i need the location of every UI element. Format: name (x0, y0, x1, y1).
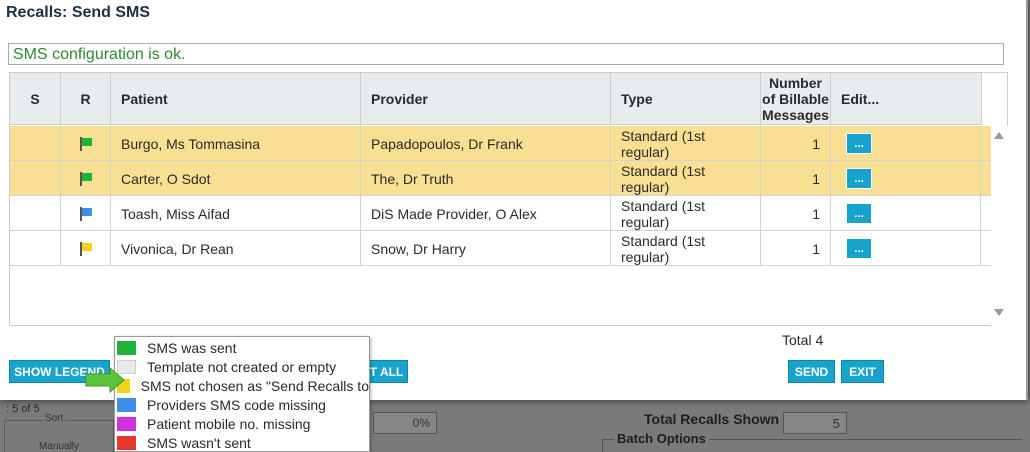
type-line-2: regular) (621, 249, 670, 265)
column-header-patient[interactable]: Patient (111, 73, 361, 125)
cell-type: Standard (1st regular) (611, 161, 761, 196)
edit-button[interactable]: ... (846, 133, 872, 154)
callout-arrow-icon (85, 366, 125, 394)
cell-patient: Carter, O Sdot (111, 161, 361, 196)
edit-button[interactable]: ... (846, 168, 872, 189)
cell-billable: 1 (761, 161, 831, 196)
type-line-2: regular) (621, 144, 670, 160)
total-count: Total 4 (782, 332, 824, 348)
send-button[interactable]: SEND (788, 360, 835, 383)
total-recalls-label: Total Recalls Shown (644, 411, 780, 427)
edit-button[interactable]: ... (846, 203, 872, 224)
cell-patient: Burgo, Ms Tommasina (111, 126, 361, 161)
grid-scrollbar[interactable] (991, 126, 1008, 326)
legend-label: Patient mobile no. missing (147, 415, 311, 432)
type-line-1: Standard (1st (621, 198, 706, 214)
table-row[interactable]: Vivonica, Dr Rean Snow, Dr Harry Standar… (10, 231, 991, 266)
cell-type: Standard (1st regular) (611, 196, 761, 231)
cell-s (10, 126, 61, 161)
table-row[interactable]: Toash, Miss Aifad DiS Made Provider, O A… (10, 196, 991, 231)
legend-item: Patient mobile no. missing (115, 414, 369, 433)
cell-r (61, 161, 111, 196)
exit-button[interactable]: EXIT (841, 360, 884, 383)
cell-provider: The, Dr Truth (361, 161, 611, 196)
billable-header-line-3: Messages (762, 107, 829, 123)
cell-edit: ... (831, 231, 981, 266)
green-flag-icon (79, 171, 92, 186)
progress-field: 0% (373, 412, 437, 434)
type-line-1: Standard (1st (621, 163, 706, 179)
type-line-2: regular) (621, 179, 670, 195)
cell-type: Standard (1st regular) (611, 126, 761, 161)
blue-flag-icon (79, 206, 92, 221)
cell-provider: DiS Made Provider, O Alex (361, 196, 611, 231)
batch-options-label: Batch Options (614, 431, 709, 446)
table-row[interactable]: Burgo, Ms Tommasina Papadopoulos, Dr Fra… (10, 126, 991, 161)
grid-header: S R Patient Provider Type Number of Bill… (10, 73, 982, 125)
total-recalls-field: 5 (783, 412, 847, 434)
cell-r (61, 196, 111, 231)
edit-button[interactable]: ... (846, 238, 872, 259)
scroll-up-arrow-icon[interactable] (994, 132, 1004, 139)
cell-r (61, 231, 111, 266)
sms-status-field: SMS configuration is ok. (8, 43, 1004, 65)
legend-item: Template not created or empty (115, 357, 369, 376)
billable-header-line-2: of Billable (762, 91, 829, 107)
column-header-edit[interactable]: Edit... (831, 73, 982, 125)
manual-sort-option[interactable]: Manually (39, 441, 79, 452)
provider-code-missing-swatch-icon (117, 397, 136, 412)
legend-item: Providers SMS code missing (115, 395, 369, 414)
pager-text: : 5 of 5 (6, 403, 40, 415)
column-header-type[interactable]: Type (611, 73, 761, 125)
cell-billable: 1 (761, 231, 831, 266)
column-header-billable[interactable]: Number of Billable Messages (761, 73, 831, 125)
cell-r (61, 126, 111, 161)
mobile-missing-swatch-icon (117, 416, 136, 431)
legend-item: SMS wasn't sent (115, 433, 369, 452)
cell-s (10, 231, 61, 266)
cell-billable: 1 (761, 196, 831, 231)
legend-label: SMS was sent (147, 339, 237, 356)
legend-item: SMS was sent (115, 338, 369, 357)
cell-patient: Toash, Miss Aifad (111, 196, 361, 231)
cell-s (10, 161, 61, 196)
cell-edit: ... (831, 161, 981, 196)
cell-provider: Snow, Dr Harry (361, 231, 611, 266)
cell-edit: ... (831, 126, 981, 161)
column-header-r[interactable]: R (61, 73, 111, 125)
type-line-1: Standard (1st (621, 233, 706, 249)
sort-group: Sort Manually (4, 413, 114, 452)
yellow-flag-icon (79, 241, 92, 256)
dialog-title: Recalls: Send SMS (6, 4, 151, 21)
cell-billable: 1 (761, 126, 831, 161)
cell-type: Standard (1st regular) (611, 231, 761, 266)
legend-item: SMS not chosen as "Send Recalls to (115, 376, 369, 395)
table-row[interactable]: Carter, O Sdot The, Dr Truth Standard (1… (10, 161, 991, 196)
grid-rows: Burgo, Ms Tommasina Papadopoulos, Dr Fra… (10, 126, 991, 266)
type-line-1: Standard (1st (621, 128, 706, 144)
cell-edit: ... (831, 196, 981, 231)
legend-label: SMS wasn't sent (147, 434, 251, 451)
cell-patient: Vivonica, Dr Rean (111, 231, 361, 266)
green-flag-icon (79, 136, 92, 151)
type-line-2: regular) (621, 214, 670, 230)
cell-provider: Papadopoulos, Dr Frank (361, 126, 611, 161)
legend-label: Providers SMS code missing (147, 396, 326, 413)
sort-label: Sort (43, 413, 66, 424)
billable-header-line-1: Number (769, 75, 822, 91)
legend-popup: SMS was sent Template not created or emp… (114, 336, 370, 452)
recalls-grid: S R Patient Provider Type Number of Bill… (9, 72, 1008, 326)
column-header-s[interactable]: S (10, 73, 61, 125)
scroll-down-arrow-icon[interactable] (994, 309, 1004, 316)
print-all-button[interactable]: T ALL (365, 360, 408, 383)
legend-label: SMS not chosen as "Send Recalls to (140, 377, 369, 394)
sms-not-sent-swatch-icon (117, 435, 136, 450)
cell-s (10, 196, 61, 231)
legend-label: Template not created or empty (147, 358, 337, 375)
column-header-provider[interactable]: Provider (361, 73, 611, 125)
sms-sent-swatch-icon (117, 340, 136, 355)
